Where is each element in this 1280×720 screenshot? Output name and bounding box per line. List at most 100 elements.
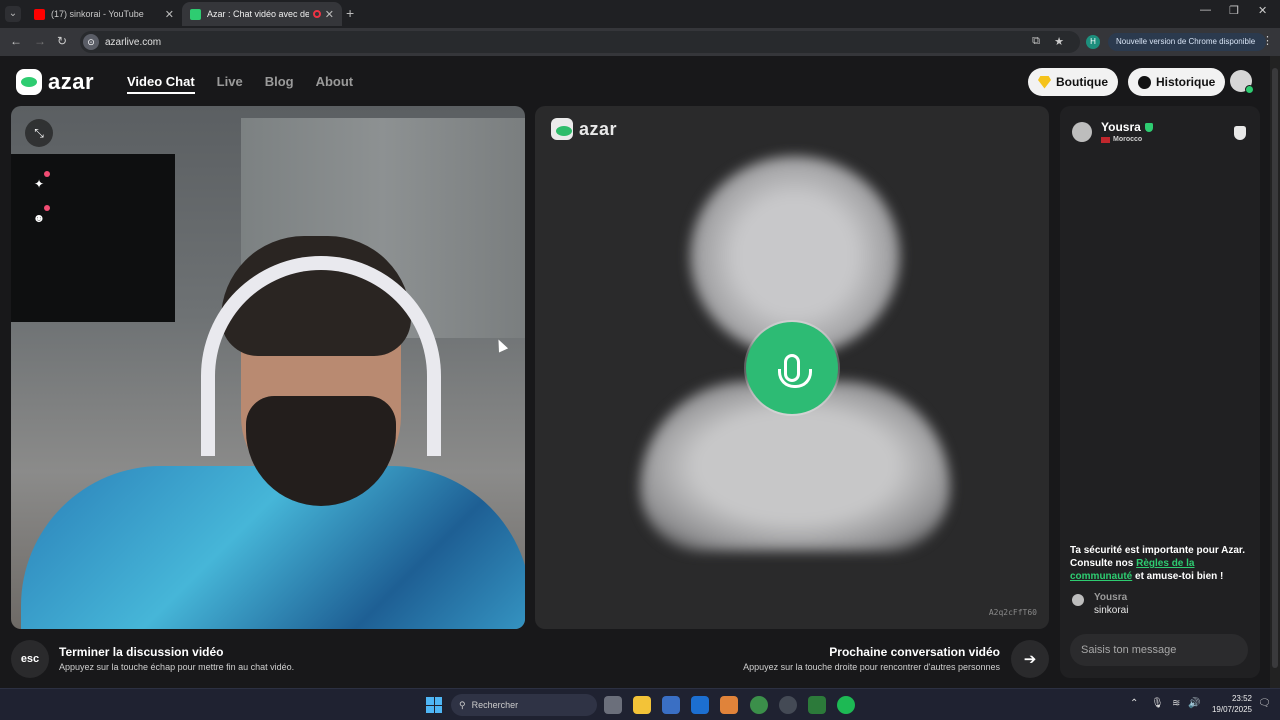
- boutique-button[interactable]: Boutique: [1028, 68, 1118, 96]
- url-text: azarlive.com: [105, 36, 162, 48]
- remote-azar-logo: azar: [551, 118, 617, 140]
- notifications-icon[interactable]: 🗨: [1258, 698, 1271, 709]
- logo-text: azar: [579, 118, 618, 139]
- report-shield-icon[interactable]: [1234, 126, 1246, 140]
- next-chat-subtitle: Appuyez sur la touche droite pour rencon…: [743, 662, 1000, 672]
- youtube-favicon-icon: [34, 8, 45, 20]
- wifi-icon[interactable]: ≋: [1172, 698, 1180, 709]
- minimize-video-icon[interactable]: ⤡: [25, 119, 53, 147]
- next-chat-title: Prochaine conversation vidéo: [829, 645, 1000, 659]
- end-chat-button[interactable]: esc: [11, 640, 49, 678]
- recording-icon: [312, 10, 321, 18]
- nav-blog[interactable]: Blog: [265, 74, 294, 94]
- windows-start-icon[interactable]: [426, 697, 442, 713]
- next-chat-button[interactable]: ➔: [1011, 640, 1049, 678]
- taskbar-search-label: Rechercher: [471, 700, 519, 710]
- local-user-image: [21, 236, 525, 629]
- minimize-icon[interactable]: —: [1200, 4, 1211, 16]
- remote-video: azar A2q2cFfT60: [535, 106, 1049, 629]
- nav-live[interactable]: Live: [217, 74, 243, 94]
- browser-tab-strip: ⌄ (17) sinkorai - YouTube ✕ Azar : Chat …: [0, 0, 1280, 28]
- address-bar[interactable]: ⊙ azarlive.com ⧉ ★: [80, 31, 1080, 53]
- install-app-icon[interactable]: ⧉: [1032, 35, 1040, 48]
- tab-azar[interactable]: Azar : Chat vidéo avec de n ✕: [182, 2, 342, 26]
- nav-video-chat[interactable]: Video Chat: [127, 74, 195, 94]
- tab-title: (17) sinkorai - YouTube: [51, 9, 144, 19]
- chrome-icon[interactable]: [750, 696, 768, 714]
- user-avatar[interactable]: [1230, 70, 1254, 94]
- tab-youtube[interactable]: (17) sinkorai - YouTube ✕: [26, 2, 182, 26]
- menu-kebab-icon[interactable]: ⋮: [1262, 34, 1273, 47]
- obs-icon[interactable]: [779, 696, 797, 714]
- profile-icon[interactable]: H: [1086, 35, 1100, 49]
- tab-search-icon[interactable]: ⌄: [5, 6, 21, 22]
- historique-button[interactable]: Historique: [1128, 68, 1226, 96]
- azar-favicon-icon: [190, 8, 201, 20]
- task-view-icon[interactable]: [604, 696, 622, 714]
- close-icon[interactable]: ✕: [165, 8, 174, 21]
- azar-logo[interactable]: azar: [16, 69, 94, 95]
- taskbar-date: 19/07/2025: [1211, 705, 1252, 714]
- nav-about[interactable]: About: [316, 74, 354, 94]
- taskbar-search[interactable]: ⚲ Rechercher: [451, 694, 597, 716]
- close-icon[interactable]: ✕: [325, 8, 334, 21]
- azar-logo-icon: [16, 69, 42, 95]
- arrow-right-icon: ➔: [1023, 651, 1037, 668]
- outlook-icon[interactable]: [691, 696, 709, 714]
- restore-icon[interactable]: ❐: [1229, 4, 1239, 17]
- session-code: A2q2cFfT60: [988, 608, 1037, 617]
- local-video: ⤡ ✦ ☻: [11, 106, 525, 629]
- new-tab-button[interactable]: +: [346, 5, 354, 21]
- clock-icon: [1138, 75, 1151, 89]
- back-icon[interactable]: ←: [10, 34, 22, 48]
- verified-badge-icon: [1144, 122, 1153, 132]
- file-explorer-icon[interactable]: [633, 696, 651, 714]
- store-icon[interactable]: [662, 696, 680, 714]
- reload-icon[interactable]: ↻: [57, 34, 67, 48]
- browser-toolbar: ← → ↻ ⊙ azarlive.com ⧉ ★ H Nouvelle vers…: [0, 28, 1280, 56]
- message-avatar: [1072, 594, 1084, 606]
- azar-logo-icon: [551, 118, 573, 140]
- morocco-flag-icon: [1101, 136, 1110, 143]
- volume-icon[interactable]: 🔊: [1188, 698, 1200, 709]
- tray-chevron-icon[interactable]: ⌃: [1130, 698, 1138, 709]
- effects-sparkle-icon[interactable]: ✦: [28, 171, 50, 195]
- safety-text-after: et amuse-toi bien !: [1132, 571, 1224, 582]
- sticker-face-icon[interactable]: ☻: [28, 205, 50, 229]
- online-status-icon: [1245, 85, 1254, 94]
- gem-icon: [1038, 75, 1051, 89]
- window-close-icon[interactable]: ✕: [1258, 4, 1267, 17]
- chat-panel: Yousra Morocco Ta sécurité est important…: [1060, 106, 1260, 678]
- message-text: sinkorai: [1094, 605, 1129, 616]
- windows-taskbar: ⚲ Rechercher ⌃ 🎙 ≋ 🔊 23:52 19/07/2025 🗨: [0, 688, 1280, 720]
- partner-avatar: [1072, 121, 1092, 142]
- boutique-label: Boutique: [1056, 75, 1108, 89]
- partner-country: Morocco: [1113, 136, 1143, 143]
- chat-message: Yousra sinkorai: [1072, 592, 1128, 616]
- main-nav: Video Chat Live Blog About: [127, 74, 353, 94]
- chat-message-input[interactable]: [1070, 634, 1248, 666]
- media-player-icon[interactable]: [808, 696, 826, 714]
- forward-icon[interactable]: →: [34, 34, 46, 48]
- safety-notice: Ta sécurité est importante pour Azar. Co…: [1070, 544, 1252, 583]
- logo-text: azar: [48, 69, 95, 94]
- search-icon: ⚲: [459, 699, 466, 710]
- microphone-icon: [778, 354, 812, 388]
- app-icon[interactable]: [720, 696, 738, 714]
- message-author: Yousra: [1094, 592, 1128, 603]
- taskbar-clock[interactable]: 23:52 19/07/2025: [1204, 693, 1252, 715]
- tray-microphone-icon[interactable]: 🎙: [1151, 698, 1164, 709]
- microphone-button[interactable]: [746, 322, 838, 414]
- bookmark-star-icon[interactable]: ★: [1054, 35, 1064, 48]
- chrome-update-button[interactable]: Nouvelle version de Chrome disponible: [1108, 33, 1266, 51]
- partner-info[interactable]: Yousra Morocco: [1072, 120, 1153, 143]
- taskbar-time: 23:52: [1231, 694, 1252, 703]
- partner-name: Yousra: [1101, 120, 1141, 134]
- azar-page: azar Video Chat Live Blog About Boutique…: [0, 56, 1270, 688]
- end-chat-subtitle: Appuyez sur la touche échap pour mettre …: [59, 662, 295, 672]
- spotify-icon[interactable]: [837, 696, 855, 714]
- tab-title: Azar : Chat vidéo avec de n: [207, 9, 309, 19]
- site-info-icon[interactable]: ⊙: [83, 34, 99, 50]
- end-chat-title: Terminer la discussion vidéo: [59, 645, 224, 659]
- page-scrollbar[interactable]: [1270, 56, 1280, 688]
